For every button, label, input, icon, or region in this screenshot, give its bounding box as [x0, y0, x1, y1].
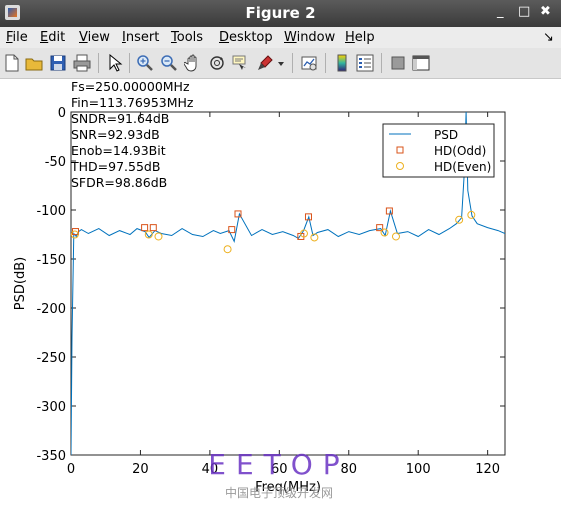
menu-insert-label: nsert: [125, 30, 160, 45]
menu-help[interactable]: Help: [345, 30, 375, 45]
info-text-line: THD=97.55dB: [70, 159, 160, 174]
info-text-line: SNR=92.93dB: [71, 127, 160, 142]
data-cursor-icon[interactable]: [232, 54, 250, 72]
y-tick-label: -50: [45, 155, 66, 170]
menu-edit-label: dit: [48, 30, 66, 45]
menu-view-mnemonic: V: [79, 30, 88, 45]
zoom-in-icon[interactable]: [136, 54, 154, 72]
figure-canvas: 0 20 40 60 80 100 120 0 -50 -100 -150 -200 -250 -300-…: [0, 79, 561, 505]
menu-window[interactable]: Window: [284, 30, 335, 45]
y-tick-label: 0: [58, 106, 66, 121]
title-bar: Figure 2 _ □ ✖: [0, 0, 561, 27]
legend-icon[interactable]: [356, 54, 374, 72]
menu-edit[interactable]: Edit: [40, 30, 65, 45]
brush-icon[interactable]: [256, 54, 274, 72]
menu-window-label: indow: [296, 30, 336, 45]
maximize-button[interactable]: □: [518, 4, 530, 19]
y-tick-label: -250: [36, 351, 66, 366]
close-button[interactable]: ✖: [540, 4, 551, 19]
hide-plot-tools-icon[interactable]: [389, 54, 407, 72]
menu-file-label: ile: [12, 30, 28, 45]
brush-dropdown-icon[interactable]: [276, 54, 286, 72]
menu-tools[interactable]: Tools: [171, 30, 203, 45]
watermark-subtitle: 中国电子顶级开发网: [225, 485, 333, 500]
menu-tools-label: ools: [176, 30, 204, 45]
pan-hand-icon[interactable]: [184, 54, 202, 72]
x-tick-label: 100: [406, 462, 431, 477]
y-tick-label: -200: [36, 302, 66, 317]
menu-file[interactable]: File: [6, 30, 28, 45]
pointer-icon[interactable]: [106, 54, 124, 72]
legend-even-label: HD(Even): [434, 160, 491, 174]
menu-edit-mnemonic: E: [40, 30, 49, 45]
legend-psd-label: PSD: [434, 128, 458, 142]
menu-bar: File Edit View Insert Tools Desktop Wind…: [0, 27, 561, 48]
x-tick-label: 0: [67, 462, 75, 477]
menu-desktop[interactable]: Desktop: [219, 30, 273, 45]
new-file-icon[interactable]: [3, 54, 21, 72]
y-tick-label: -150: [36, 253, 66, 268]
menu-insert[interactable]: Insert: [122, 30, 159, 45]
menu-window-mnemonic: W: [284, 30, 297, 45]
window-title: Figure 2: [245, 4, 316, 22]
menu-view[interactable]: View: [79, 30, 110, 45]
link-plot-icon[interactable]: [300, 54, 318, 72]
legend-odd-label: HD(Odd): [434, 144, 486, 158]
zoom-out-icon[interactable]: [160, 54, 178, 72]
x-tick-label: 20: [132, 462, 149, 477]
rotate-3d-icon[interactable]: [208, 54, 226, 72]
toolbar-separator: [129, 53, 130, 73]
info-text-line: Fin=113.76953MHz: [71, 95, 194, 110]
toolbar-separator: [98, 53, 99, 73]
y-tick-label: -300: [36, 400, 66, 415]
menu-help-label: elp: [354, 30, 375, 45]
y-tick-label: -350: [36, 449, 66, 464]
minimize-button[interactable]: _: [497, 4, 504, 19]
info-text-line: SFDR=98.86dB: [71, 175, 167, 190]
info-text-line: SNDR=91.64dB: [71, 111, 169, 126]
info-text-line: Enob=14.93Bit: [71, 143, 166, 158]
print-icon[interactable]: [73, 54, 91, 72]
dock-arrow-icon[interactable]: ↘: [543, 30, 554, 45]
info-text-line: Fs=250.00000MHz: [71, 79, 190, 94]
toolbar-separator: [381, 53, 382, 73]
menu-desktop-mnemonic: D: [219, 30, 230, 45]
y-tick-label: -100: [36, 204, 66, 219]
menu-view-label: iew: [87, 30, 110, 45]
figure-svg: 0 20 40 60 80 100 1200-50-100-150-200-250-300-…: [13, 79, 506, 500]
toolbar-separator: [292, 53, 293, 73]
menu-desktop-label: esktop: [229, 30, 273, 45]
y-axis-label: PSD(dB): [13, 257, 28, 310]
colorbar-icon[interactable]: [333, 54, 351, 72]
menu-help-mnemonic: H: [345, 30, 355, 45]
watermark-eetop: EETOP: [208, 448, 349, 481]
show-plot-tools-icon[interactable]: [412, 54, 430, 72]
open-folder-icon[interactable]: [25, 54, 43, 72]
x-tick-label: 120: [475, 462, 500, 477]
figure-toolbar: [0, 48, 561, 79]
toolbar-separator: [325, 53, 326, 73]
save-icon[interactable]: [49, 54, 67, 72]
